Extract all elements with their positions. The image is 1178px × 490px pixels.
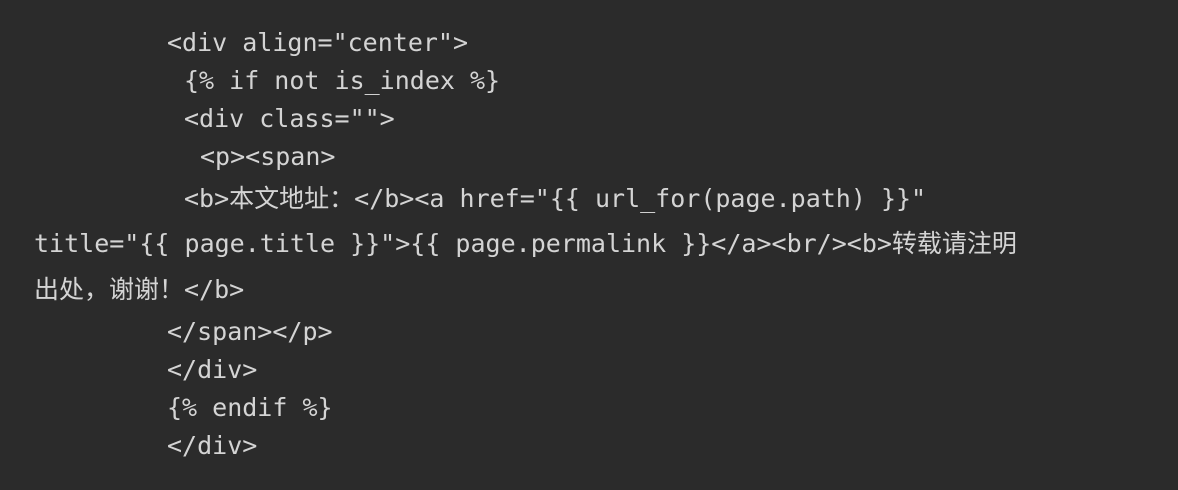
code-line-5: <b>本文地址：</b><a href="{{ url_for(page.pat… bbox=[184, 184, 927, 213]
code-line-10: {% endif %} bbox=[167, 393, 333, 422]
code-line-1: <div align="center"> bbox=[167, 28, 469, 57]
code-line-2: {% if not is_index %} bbox=[184, 66, 501, 95]
code-line-3: <div class=""> bbox=[184, 104, 395, 133]
code-line-8: </span></p> bbox=[167, 317, 333, 346]
code-line-7: 出处，谢谢！</b> bbox=[34, 275, 245, 304]
code-line-4: <p><span> bbox=[200, 142, 336, 171]
code-line-6: title="{{ page.title }}">{{ page.permali… bbox=[34, 229, 1017, 258]
code-line-11: </div> bbox=[167, 431, 258, 460]
code-line-9: </div> bbox=[167, 355, 258, 384]
code-editor[interactable]: <div align="center"> {% if not is_index … bbox=[0, 0, 1178, 490]
